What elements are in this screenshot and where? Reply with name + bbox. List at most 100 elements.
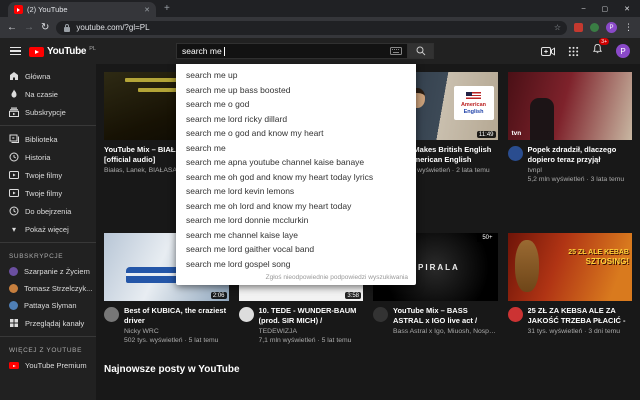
notifications-button[interactable]: 3+: [592, 38, 609, 60]
tab-close-icon[interactable]: ✕: [144, 6, 150, 14]
sidebar-item-home[interactable]: Główna: [0, 67, 96, 85]
apps-grid-icon[interactable]: [568, 46, 579, 57]
video-card[interactable]: tvn Popek zdradził, dlaczego dopiero ter…: [507, 72, 633, 183]
browser-window: (2) YouTube ✕ + – ▢ ✕ ← → ↻ youtube.com/…: [0, 0, 640, 400]
video-channel[interactable]: tvnpl: [528, 167, 633, 174]
suggestion-item[interactable]: search me lord gaither vocal band: [176, 242, 416, 257]
suggestion-item[interactable]: search me lord donnie mcclurkin: [176, 213, 416, 228]
sidebar-divider: [0, 242, 96, 243]
sidebar-subscription-channel[interactable]: Tomasz Strzelczyk...: [0, 280, 96, 297]
extension-icon[interactable]: [574, 23, 583, 32]
url-text[interactable]: youtube.com/?gl=PL: [76, 23, 549, 32]
sidebar-item-your-videos[interactable]: Twoje filmy: [0, 166, 96, 184]
home-icon: [10, 72, 18, 80]
sidebar-item-label: Główna: [25, 71, 51, 81]
suggestion-item[interactable]: search me channel kaise laye: [176, 228, 416, 243]
channel-name: Tomasz Strzelczyk...: [24, 284, 93, 293]
sidebar-item-label: Do obejrzenia: [25, 206, 72, 216]
search-icon: [416, 46, 425, 56]
video-channel[interactable]: TEDEWIZJA: [259, 328, 364, 335]
browser-menu-icon[interactable]: ⋮: [624, 22, 633, 33]
suggestion-item[interactable]: search me lord gospel song: [176, 257, 416, 272]
playlist-count-badge: 50+: [477, 233, 498, 242]
duration-badge: 3:58: [345, 292, 361, 299]
suggestion-item[interactable]: search me up bass boosted: [176, 83, 416, 98]
sidebar-item-label: Subskrypcje: [25, 107, 66, 117]
video-thumbnail[interactable]: tvn: [507, 72, 632, 140]
sidebar-subscription-channel[interactable]: Szarpanie z Życiem: [0, 263, 96, 280]
suggestion-item[interactable]: search me oh god and know my heart today…: [176, 170, 416, 185]
notification-count-badge: 3+: [599, 38, 609, 45]
sidebar-item-label: Na czasie: [25, 89, 58, 99]
report-predictions-link[interactable]: Zgłoś nieodpowiednie podpowiedzi wyszuki…: [176, 271, 416, 285]
video-meta: 31 tys. wyświetleń · 3 dni temu: [527, 328, 621, 335]
youtube-country-code: PL: [89, 45, 96, 52]
suggestion-item[interactable]: search me o god: [176, 97, 416, 112]
sidebar-item-history[interactable]: Historia: [0, 148, 96, 166]
extension-icon[interactable]: [590, 23, 599, 32]
video-title[interactable]: 10. TEDE - WUNDER-BAUM (prod. SIR MICH) …: [259, 306, 364, 326]
search-bar: search me: [176, 43, 434, 59]
browser-tab[interactable]: (2) YouTube ✕: [8, 2, 156, 17]
channel-avatar[interactable]: [507, 146, 523, 161]
new-tab-button[interactable]: +: [164, 3, 170, 14]
sidebar-subscription-channel[interactable]: Pattaya Slyman: [0, 297, 96, 314]
forward-button[interactable]: →: [24, 22, 34, 33]
video-thumbnail[interactable]: 25 ZŁ ALE KEBAB SZTOSING!: [507, 233, 632, 301]
browser-titlebar: (2) YouTube ✕ + – ▢ ✕: [0, 0, 640, 17]
chevron-down-icon: ▾: [11, 224, 16, 234]
hamburger-menu-icon[interactable]: [10, 46, 21, 56]
sidebar-item-browse-channels[interactable]: Przeglądaj kanały: [0, 314, 96, 332]
thumbnail-text: SPIRALA: [410, 262, 460, 272]
duration-badge: 2:06: [210, 292, 227, 299]
create-video-icon[interactable]: [541, 46, 555, 56]
bookmark-star-icon[interactable]: ☆: [554, 23, 561, 32]
youtube-logo[interactable]: YouTube PL: [29, 46, 96, 57]
back-button[interactable]: ←: [7, 22, 17, 33]
sidebar-item-watch-later[interactable]: Do obejrzenia: [0, 202, 96, 220]
video-title[interactable]: 25 ZŁ ZA KEBSA ALE ZA JAKOŚĆ TRZEBA PŁAC…: [528, 306, 633, 326]
account-avatar[interactable]: P: [616, 44, 630, 58]
suggestion-item[interactable]: search me up: [176, 68, 416, 83]
thumbnail-text-block: 25 ZŁ ALE KEBAB SZTOSING!: [568, 248, 629, 267]
window-minimize-button[interactable]: –: [582, 5, 586, 13]
window-maximize-button[interactable]: ▢: [602, 5, 609, 13]
suggestion-item[interactable]: search me o god and know my heart: [176, 126, 416, 141]
subscriptions-header: SUBSKRYPCJE: [9, 253, 64, 260]
thumbnail-text: 25 ZŁ ALE KEBAB: [568, 249, 629, 256]
play-box-icon: [9, 171, 19, 179]
reload-button[interactable]: ↻: [41, 22, 49, 33]
channel-avatar[interactable]: [104, 307, 119, 322]
keyboard-icon[interactable]: [390, 47, 402, 55]
channel-avatar[interactable]: [238, 307, 254, 322]
sidebar-item-show-more[interactable]: ▾ Pokaż więcej: [0, 220, 96, 238]
sidebar-item-label: YouTube Premium: [25, 361, 87, 370]
video-channel[interactable]: Nicky WRC: [124, 328, 229, 335]
channel-avatar[interactable]: [507, 307, 523, 322]
browser-profile-avatar[interactable]: P: [606, 22, 617, 33]
duration-badge: 11:49: [476, 131, 496, 138]
suggestion-item[interactable]: search me apna youtube channel kaise ban…: [176, 155, 416, 170]
video-channel[interactable]: Bass Astral x Igo, Miuosh, Nospr i inni: [393, 328, 498, 335]
video-title[interactable]: Popek zdradził, dlaczego dopiero teraz p…: [528, 145, 633, 165]
address-bar[interactable]: youtube.com/?gl=PL ☆: [56, 20, 567, 35]
window-close-button[interactable]: ✕: [624, 5, 630, 13]
sidebar-item-trending[interactable]: Na czasie: [0, 85, 96, 103]
channel-avatar[interactable]: [373, 307, 388, 322]
search-button[interactable]: [408, 43, 434, 59]
sidebar-item-subscriptions[interactable]: Subskrypcje: [0, 103, 96, 121]
suggestion-item[interactable]: search me oh lord and know my heart toda…: [176, 199, 416, 214]
sidebar-item-library[interactable]: Biblioteka: [0, 130, 96, 148]
video-card[interactable]: 25 ZŁ ALE KEBAB SZTOSING! 25 ZŁ ZA KEBSA…: [507, 233, 633, 344]
suggestion-item[interactable]: search me lord ricky dillard: [176, 112, 416, 127]
video-title[interactable]: YouTube Mix – BASS ASTRAL x IGO live act…: [393, 306, 498, 326]
suggestion-item[interactable]: search me lord kevin lemons: [176, 184, 416, 199]
suggestion-item[interactable]: search me: [176, 141, 416, 156]
video-title[interactable]: Best of KUBICA, the craziest driver: [124, 306, 229, 326]
sidebar-item-your-movies[interactable]: Twoje filmy: [0, 184, 96, 202]
thumbnail-text: SZTOSING!: [585, 257, 629, 266]
sidebar-item-youtube-premium[interactable]: YouTube Premium: [0, 357, 96, 374]
text-cursor: [223, 46, 225, 56]
sidebar-item-label: Przeglądaj kanały: [25, 318, 85, 328]
search-input[interactable]: search me: [176, 43, 408, 59]
